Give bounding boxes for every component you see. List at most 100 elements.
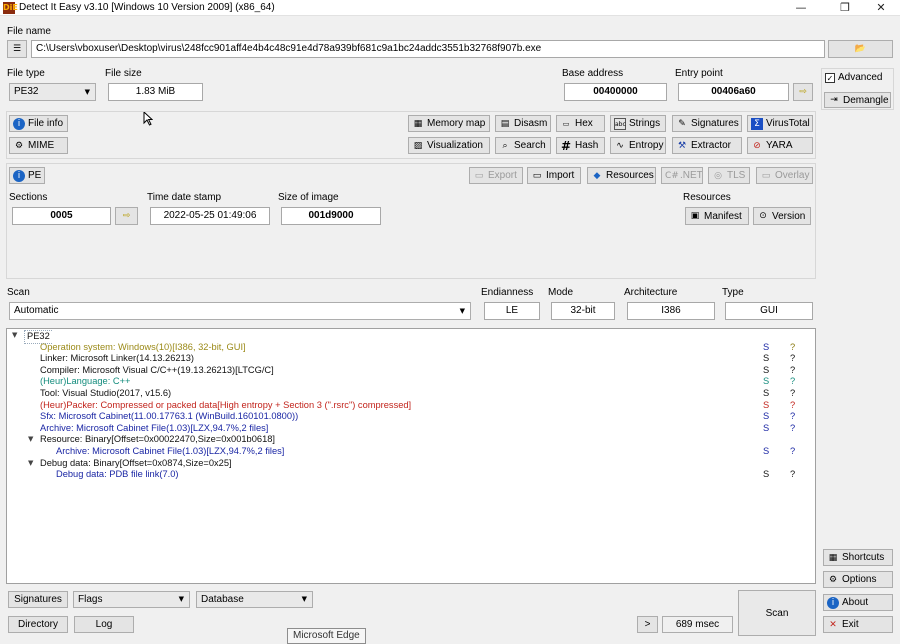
timestamp-field: 2022-05-25 01:49:06	[150, 207, 270, 225]
extractor-icon: ⚒	[677, 140, 687, 151]
file-type-select[interactable]: PE32 ▼	[9, 83, 96, 101]
open-file-button[interactable]: 📂	[828, 40, 893, 58]
tls-icon: ◎	[714, 170, 722, 181]
yara-button[interactable]: ⊘ YARA	[747, 137, 813, 154]
chevron-down-icon: ▼	[459, 307, 465, 315]
hash-icon: #	[560, 138, 572, 153]
overlay-icon: ▭	[761, 170, 771, 181]
virustotal-button[interactable]: Σ VirusTotal	[747, 115, 813, 132]
restore-button[interactable]: ❐	[826, 0, 864, 16]
tree-row[interactable]: Archive: Microsoft Cabinet File(1.03)[LZ…	[7, 423, 815, 435]
folder-icon: 📂	[854, 44, 867, 54]
close-icon: ✕	[829, 619, 837, 630]
resources-button[interactable]: ◆ Resources	[587, 167, 656, 184]
signatures-footer-button[interactable]: Signatures	[8, 591, 68, 608]
chevron-down-icon: ▼	[178, 595, 184, 603]
entry-point-field: 00406a60	[678, 83, 789, 101]
tree-row[interactable]: Linker: Microsoft Linker(14.13.26213) S …	[7, 353, 815, 365]
tree-row[interactable]: ▼ Debug data: Binary[Offset=0x0874,Size=…	[7, 458, 815, 470]
chevron-down-icon: ▼	[84, 88, 90, 96]
flags-select[interactable]: Flags ▼	[73, 591, 190, 608]
results-tree[interactable]: ▼ PE32 Operation system: Windows(10)[I38…	[6, 328, 816, 584]
version-button[interactable]: ⊙ Version	[753, 207, 811, 225]
disasm-button[interactable]: ▤ Disasm	[495, 115, 551, 132]
sections-field: 0005	[12, 207, 111, 225]
net-icon: C#	[665, 170, 679, 181]
tree-row[interactable]: (Heur)Packer: Compressed or packed data[…	[7, 400, 815, 412]
elapsed-time: 689 msec	[662, 616, 733, 633]
mime-button[interactable]: ⚙ MIME	[9, 137, 68, 154]
info-icon: i	[13, 117, 25, 130]
hash-button[interactable]: # Hash	[556, 137, 605, 154]
tree-row[interactable]: Archive: Microsoft Cabinet File(1.03)[LZ…	[7, 446, 815, 458]
sections-go-button[interactable]: ⇨	[115, 207, 138, 225]
pe-button[interactable]: i PE	[9, 167, 45, 184]
expand-icon[interactable]: ▼	[28, 434, 33, 446]
options-button[interactable]: ⚙ Options	[823, 571, 893, 588]
size-of-image-label: Size of image	[278, 192, 339, 203]
memory-map-icon: ▦	[413, 118, 423, 129]
app-icon: DiE	[3, 2, 18, 14]
net-button[interactable]: C# .NET	[661, 167, 703, 184]
tree-row[interactable]: Tool: Visual Studio(2017, v15.6) S ?	[7, 388, 815, 400]
resources-icon: ◆	[593, 170, 601, 181]
scan-mode-select[interactable]: Automatic ▼	[9, 302, 471, 320]
entropy-button[interactable]: ∿ Entropy	[610, 137, 666, 154]
file-info-button[interactable]: i File info	[9, 115, 68, 132]
file-size-label: File size	[105, 68, 142, 79]
tree-row[interactable]: (Heur)Language: C++ S ?	[7, 376, 815, 388]
demangle-button[interactable]: ⇥ Demangle	[824, 92, 891, 108]
strings-button[interactable]: abc Strings	[610, 115, 666, 132]
recent-files-button[interactable]: ☰	[7, 40, 27, 58]
advanced-label: Advanced	[838, 72, 883, 83]
tree-row[interactable]: Debug data: PDB file link(7.0) S ?	[7, 469, 815, 481]
tree-row[interactable]: ▼ Resource: Binary[Offset=0x00022470,Siz…	[7, 434, 815, 446]
import-button[interactable]: ▭ Import	[527, 167, 581, 184]
architecture-label: Architecture	[624, 287, 678, 298]
timestamp-label: Time date stamp	[147, 192, 222, 203]
memory-map-button[interactable]: ▦ Memory map	[408, 115, 490, 132]
manifest-button[interactable]: ▣ Manifest	[685, 207, 749, 225]
tree-row[interactable]: Compiler: Microsoft Visual C/C++(19.13.2…	[7, 365, 815, 377]
image-icon: ▨	[413, 140, 423, 151]
overlay-button[interactable]: ▭ Overlay	[756, 167, 813, 184]
entry-point-go-button[interactable]: ⇨	[793, 83, 813, 101]
more-button[interactable]: >	[637, 616, 658, 633]
keyboard-icon: ▦	[828, 552, 838, 563]
sections-label: Sections	[9, 192, 48, 203]
database-select[interactable]: Database ▼	[196, 591, 313, 608]
list-icon: ☰	[12, 44, 22, 54]
close-button[interactable]: ✕	[862, 0, 900, 16]
tree-row[interactable]: Operation system: Windows(10)[I386, 32-b…	[7, 342, 815, 354]
scan-button[interactable]: Scan	[738, 590, 816, 636]
entropy-icon: ∿	[616, 140, 624, 151]
file-path-field[interactable]: C:\Users\vboxuser\Desktop\virus\248fcc90…	[31, 40, 825, 58]
info-icon: i	[827, 596, 839, 609]
visualization-button[interactable]: ▨ Visualization	[408, 137, 490, 154]
size-of-image-field: 001d9000	[281, 207, 381, 225]
directory-button[interactable]: Directory	[8, 616, 68, 633]
tree-row[interactable]: ▼ PE32	[7, 330, 815, 344]
log-button[interactable]: Log	[74, 616, 134, 633]
search-button[interactable]: ⌕ Search	[495, 137, 551, 154]
minimize-button[interactable]: —	[782, 0, 820, 16]
expand-icon[interactable]: ▼	[28, 458, 33, 470]
info-icon: i	[13, 169, 25, 182]
import-icon: ▭	[532, 170, 542, 181]
endianness-label: Endianness	[481, 287, 534, 298]
extractor-button[interactable]: ⚒ Extractor	[672, 137, 742, 154]
manifest-icon: ▣	[690, 211, 700, 221]
export-button[interactable]: ▭ Export	[469, 167, 523, 184]
exit-button[interactable]: ✕ Exit	[823, 616, 893, 633]
tls-button[interactable]: ◎ TLS	[708, 167, 750, 184]
base-address-field: 00400000	[564, 83, 667, 101]
about-button[interactable]: i About	[823, 594, 893, 611]
signatures-button[interactable]: ✎ Signatures	[672, 115, 742, 132]
shortcuts-button[interactable]: ▦ Shortcuts	[823, 549, 893, 566]
disasm-icon: ▤	[500, 118, 510, 129]
hex-button[interactable]: ▭ Hex	[556, 115, 605, 132]
advanced-checkbox[interactable]: ✓	[825, 73, 835, 83]
expand-icon[interactable]: ▼	[12, 330, 17, 342]
tree-row[interactable]: Sfx: Microsoft Cabinet(11.00.17763.1 (Wi…	[7, 411, 815, 423]
signatures-icon: ✎	[678, 118, 686, 129]
